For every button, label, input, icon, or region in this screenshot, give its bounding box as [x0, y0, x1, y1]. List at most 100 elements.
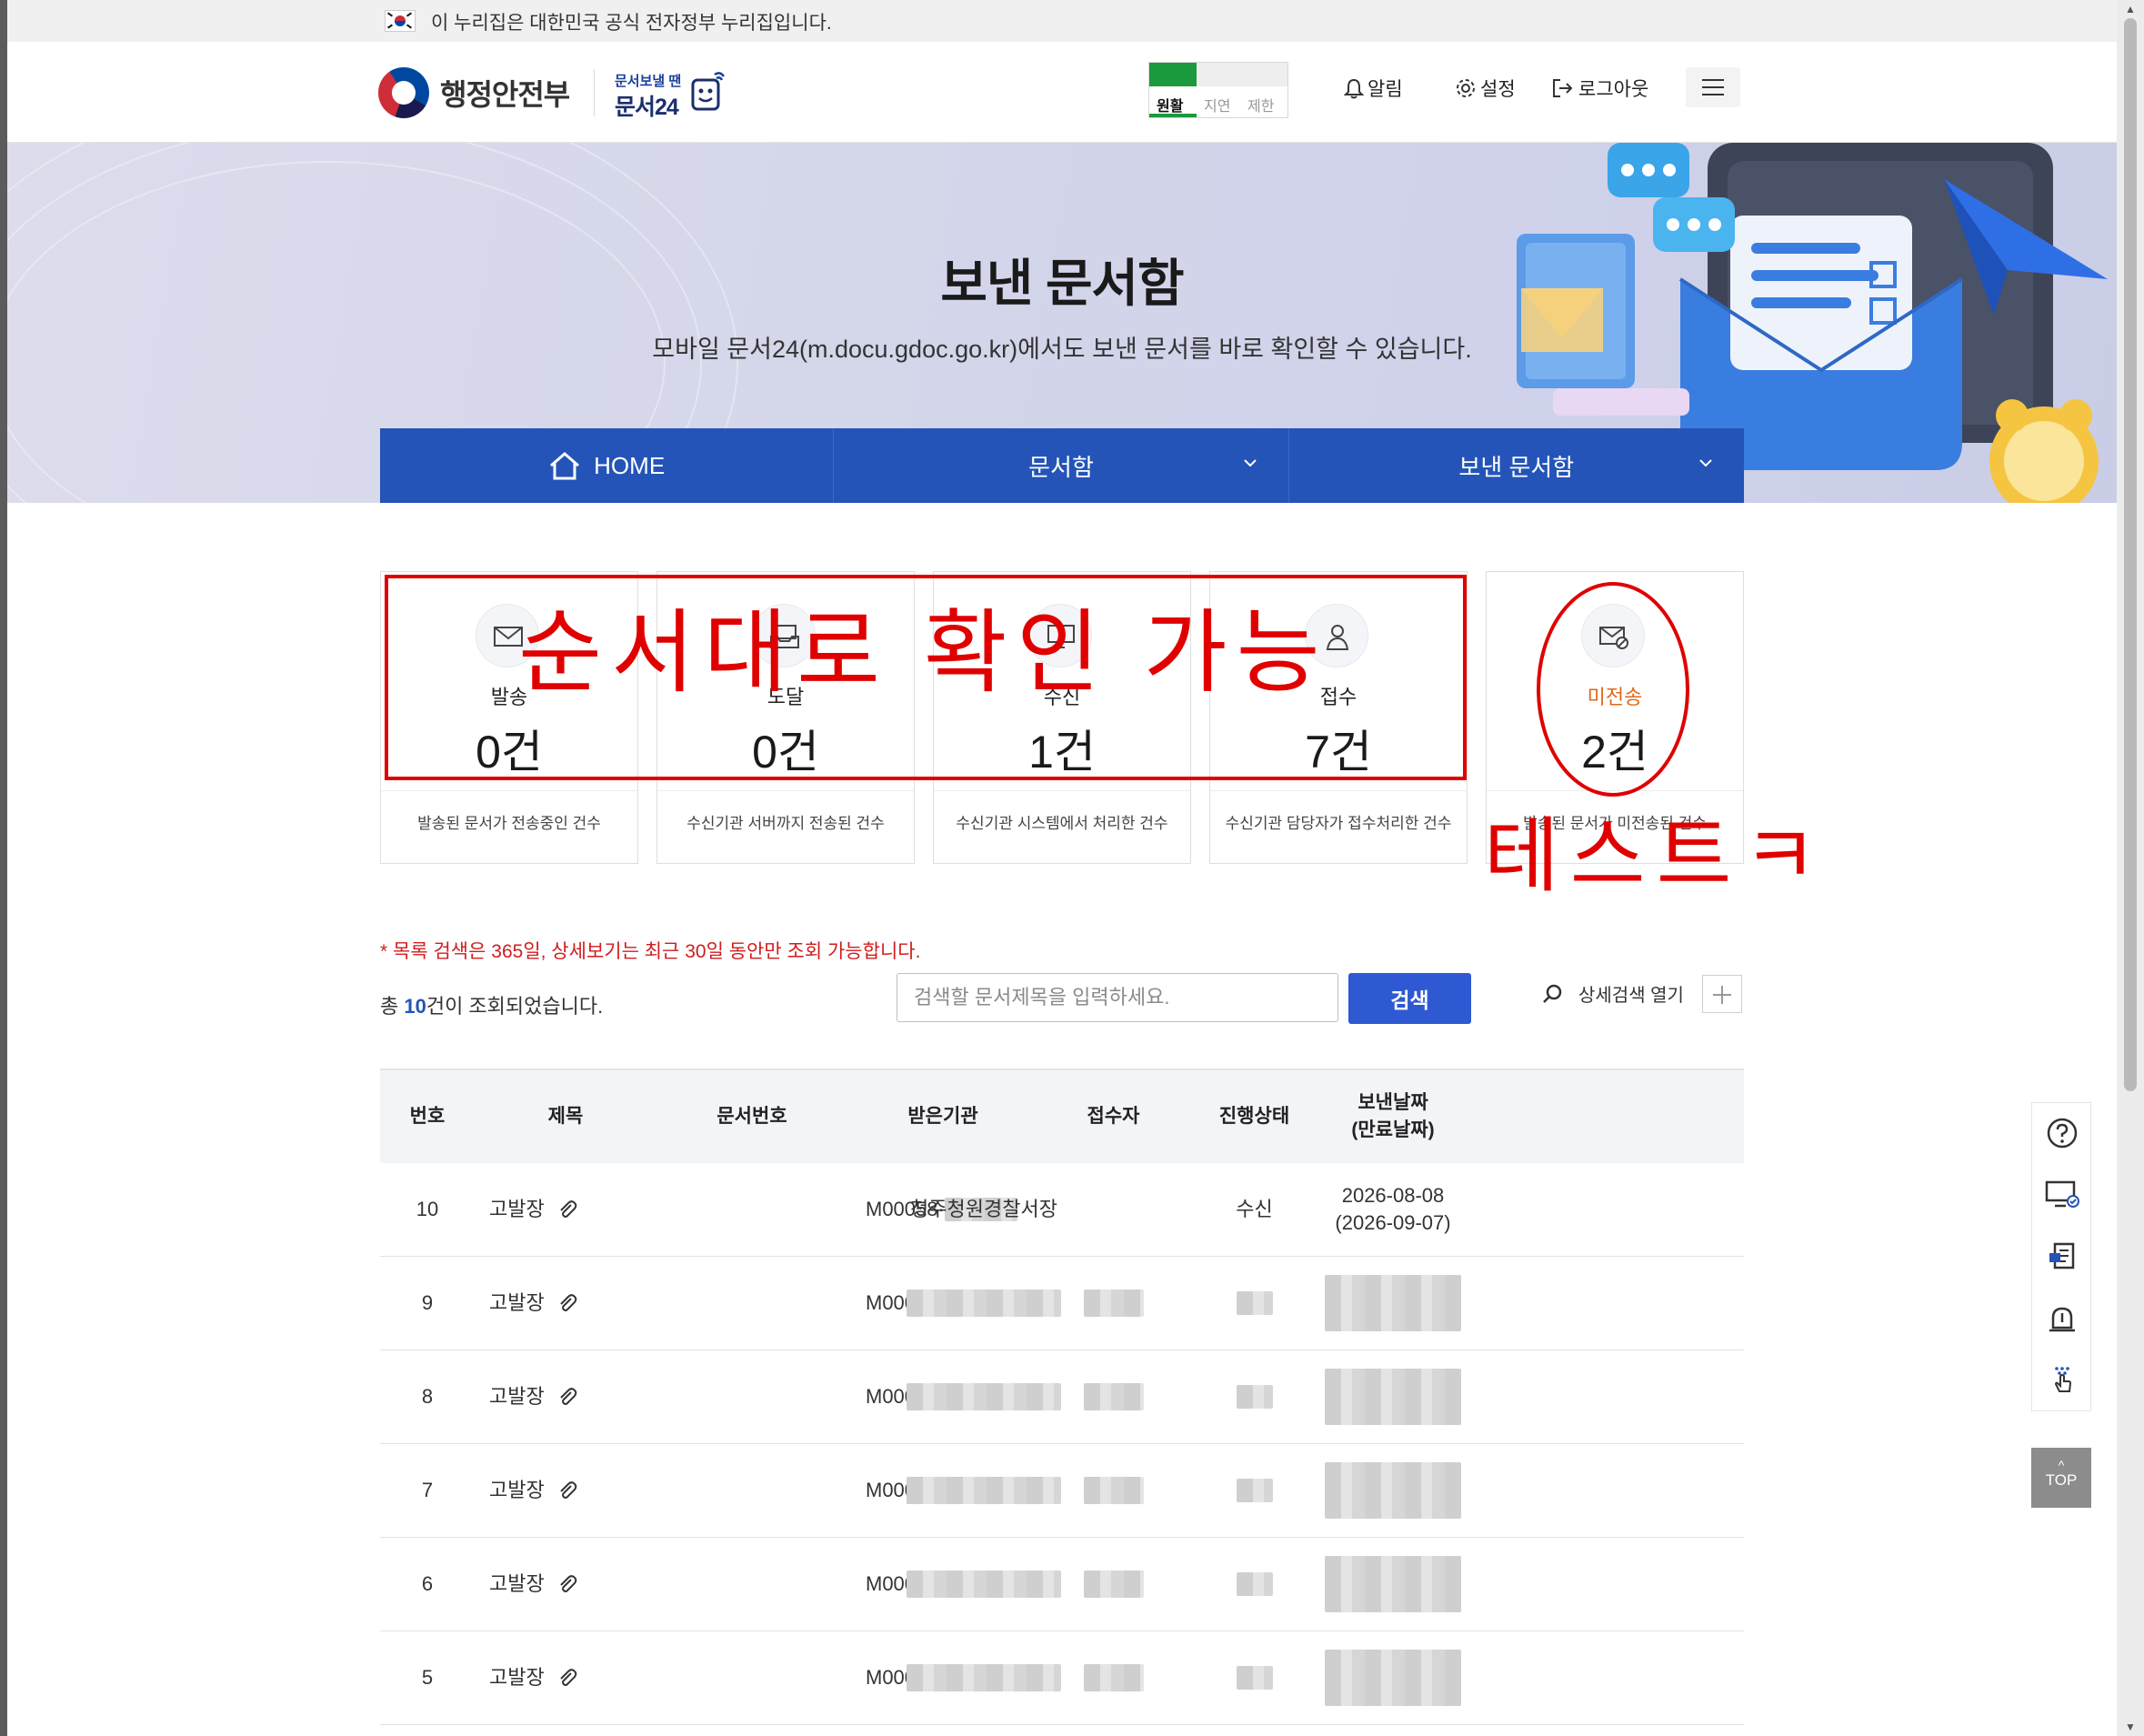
cell-receiver [1038, 1257, 1188, 1350]
site-header: 행정안전부 문서보낼 땐 문서24 원활 지연 제한 알림 설정 로그아웃 [7, 42, 2117, 143]
doc-title-link[interactable]: 고발장 [489, 1664, 545, 1691]
gov-banner-text: 이 누리집은 대한민국 공식 전자정부 누리집입니다. [431, 13, 832, 34]
nav-sentbox[interactable]: 보낸 문서함 [1289, 428, 1744, 503]
doc-title-link[interactable]: 고발장 [489, 1289, 545, 1317]
column-header: 받은기관 [907, 1106, 978, 1127]
help-button[interactable] [2032, 1103, 2092, 1163]
column-header: 번호 [409, 1106, 446, 1127]
table-row[interactable]: 8 고발장 M00058· [380, 1350, 1744, 1444]
advanced-search-label: 상세검색 열기 [1578, 986, 1684, 1006]
cell-receiver [1038, 1631, 1188, 1724]
alarm-label: 알림 [1368, 79, 1403, 100]
cell-title[interactable]: 고발장 [489, 1350, 689, 1443]
result-count-number: 10 [404, 995, 426, 1018]
expire-date: (2026-09-07) [1335, 1211, 1451, 1234]
scroll-top-label: TOP [2045, 1471, 2078, 1489]
nav-home-label: HOME [594, 451, 666, 479]
result-count-prefix: 총 [380, 995, 405, 1018]
stat-desc: 수신기관 시스템에서 처리한 건수 [956, 815, 1168, 832]
touch-accessibility-button[interactable] [2032, 1350, 2092, 1410]
browser-frame: 이 누리집은 대한민국 공식 전자정부 누리집입니다. 행정안전부 문서보낼 땐… [0, 0, 2144, 1736]
remote-support-button[interactable] [2032, 1165, 2092, 1225]
table-row[interactable]: 5 고발장 M00058· [380, 1631, 1744, 1725]
docu24-name: 문서24 [615, 95, 679, 120]
settings-link[interactable]: 설정 [1455, 75, 1516, 102]
home-icon [550, 452, 580, 480]
cell-no: 10 [416, 1198, 439, 1220]
cell-status [1188, 1350, 1320, 1443]
chevron-down-icon [1243, 459, 1257, 467]
doc-title-link[interactable]: 고발장 [489, 1383, 545, 1410]
page-scrollbar[interactable]: ▲ ▼ [2117, 0, 2144, 1736]
redacted-block [1083, 1477, 1144, 1504]
table-row[interactable]: 7 고발장 M00058· [380, 1444, 1744, 1538]
scroll-top-button[interactable]: ^ TOP [2031, 1448, 2091, 1508]
question-icon [2047, 1118, 2078, 1149]
hamburger-menu-button[interactable] [1686, 67, 1740, 107]
redacted-block [1325, 1369, 1461, 1425]
advanced-search-toggle[interactable]: 상세검색 열기 [1542, 980, 1684, 1007]
nav-docbox[interactable]: 문서함 [834, 428, 1289, 503]
logout-label: 로그아웃 [1578, 79, 1649, 100]
redacted-block [1236, 1666, 1273, 1690]
document-guide-button[interactable] [2032, 1227, 2092, 1287]
cell-title[interactable]: 고발장 [489, 1257, 689, 1350]
doc-title-link[interactable]: 고발장 [489, 1570, 545, 1598]
cell-title[interactable]: 고발장 [489, 1444, 689, 1537]
gear-icon [1457, 79, 1475, 97]
docu24-mascot-icon [691, 72, 726, 111]
nav-sentbox-label: 보낸 문서함 [1458, 453, 1575, 481]
monitor-check-icon [2045, 1180, 2079, 1208]
cell-status [1188, 1538, 1320, 1631]
table-row[interactable]: 6 고발장 M00058· [380, 1538, 1744, 1631]
ministry-emblem-icon [378, 67, 429, 118]
network-status-indicator: 원활 지연 제한 [1148, 62, 1288, 118]
gov-banner: 이 누리집은 대한민국 공식 전자정부 누리집입니다. [7, 0, 2117, 43]
docu24-logo[interactable]: 문서보낼 땐 문서24 [615, 69, 733, 124]
nav-home[interactable]: HOME [380, 428, 835, 503]
result-count: 총 10건이 조회되었습니다. [380, 990, 603, 1019]
paperclip-icon [560, 1575, 576, 1592]
caret-up-icon: ^ [2058, 1458, 2065, 1472]
search-input[interactable] [897, 973, 1338, 1022]
redacted-block [1325, 1275, 1461, 1331]
redacted-block [1325, 1650, 1461, 1706]
cell-no: 9 [421, 1291, 434, 1314]
scroll-down-arrow-icon[interactable]: ▼ [2125, 1721, 2136, 1732]
cell-no: 8 [421, 1385, 434, 1408]
redacted-block [1083, 1289, 1144, 1317]
alarm-link[interactable]: 알림 [1344, 75, 1403, 102]
cell-title[interactable]: 고발장 [489, 1538, 689, 1631]
ministry-logo[interactable]: 행정안전부 [378, 67, 570, 118]
column-header: (만료날짜) [1351, 1119, 1435, 1140]
paperclip-icon [560, 1294, 576, 1311]
table-row[interactable]: 9 고발장 M00058· [380, 1257, 1744, 1350]
table-header: 번호 제목 문서번호 받은기관 접수자 진행상태 보낸날짜 (만료날짜) [380, 1069, 1744, 1163]
ministry-name: 행정안전부 [440, 78, 570, 111]
sent-date: 2026-08-08 [1341, 1184, 1445, 1207]
cell-title[interactable]: 고발장 [489, 1631, 689, 1724]
column-header: 진행상태 [1218, 1106, 1290, 1127]
redacted-block [1236, 1572, 1273, 1596]
status-delay: 지연 [1204, 99, 1231, 115]
cell-title[interactable]: 고발장 [489, 1163, 689, 1256]
doc-title-link[interactable]: 고발장 [489, 1477, 545, 1504]
notice-alert-button[interactable] [2032, 1289, 2092, 1349]
quick-tools-panel [2031, 1102, 2091, 1411]
korea-flag-icon [385, 10, 416, 32]
search-button[interactable]: 검색 [1348, 973, 1471, 1024]
advanced-search-plus-button[interactable] [1702, 975, 1742, 1013]
doc-title-link[interactable]: 고발장 [489, 1196, 545, 1223]
cell-date [1320, 1350, 1466, 1443]
scroll-up-arrow-icon[interactable]: ▲ [2125, 4, 2136, 15]
scrollbar-thumb[interactable] [2124, 18, 2137, 1091]
window-edge [0, 0, 7, 1736]
cell-date [1320, 1631, 1466, 1724]
document-copy-icon [2049, 1242, 2075, 1269]
cell-no: 6 [421, 1572, 434, 1595]
table-row[interactable]: 10 고발장 M00058· 청주청원경찰서장 수신 2026-08-08 (2… [380, 1163, 1744, 1257]
cell-org: 청주청원경찰서장 [910, 1198, 1057, 1220]
stat-desc: 수신기관 서버까지 전송된 건수 [686, 815, 885, 832]
logout-link[interactable]: 로그아웃 [1551, 75, 1648, 102]
redacted-block [1325, 1462, 1461, 1519]
